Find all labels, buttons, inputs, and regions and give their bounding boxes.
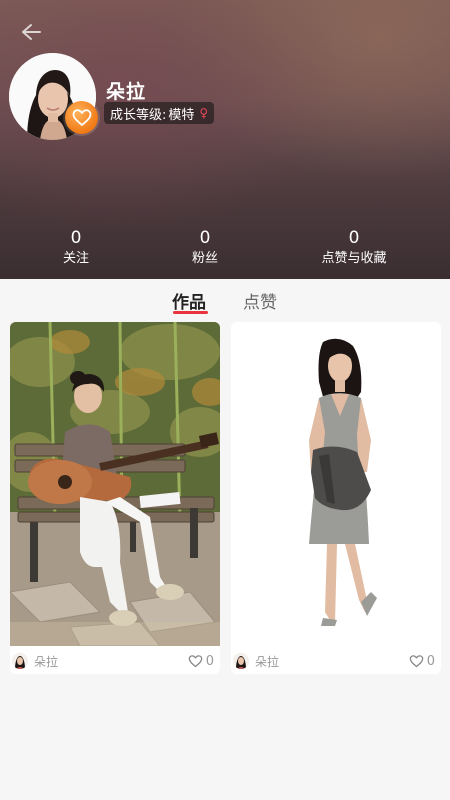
like-count: 0 (205, 653, 214, 669)
author-avatar[interactable] (12, 653, 28, 669)
followers-label: 粉丝 (191, 251, 218, 266)
like-button[interactable]: 0 (409, 654, 435, 669)
guitar-bench-photo (10, 322, 220, 646)
level-label: 成长等级: (110, 107, 167, 123)
heart-outline-icon (188, 654, 203, 667)
like-count: 0 (426, 653, 435, 669)
followers-count: 0 (199, 228, 211, 248)
tab-works[interactable]: 作品 (172, 288, 206, 313)
author-avatar[interactable] (233, 653, 249, 669)
likes-favorites-count: 0 (348, 228, 360, 248)
work-card[interactable]: 朵拉 0 (231, 322, 441, 674)
author-name[interactable]: 朵拉 (34, 653, 58, 670)
tab-liked[interactable]: 点赞 (243, 288, 277, 313)
stats-row: 0 关注 0 粉丝 0 点赞与收藏 (0, 228, 450, 272)
stat-followers[interactable]: 0 粉丝 (150, 228, 260, 268)
work-card-footer: 朵拉 0 (231, 648, 441, 674)
standing-dress-photo (231, 322, 441, 646)
arrow-left-icon (22, 24, 41, 40)
user-name: 朵拉 (106, 81, 147, 103)
stat-likes-favorites[interactable]: 0 点赞与收藏 (299, 228, 409, 268)
level-badge: 成长等级: 模特 ♀ (104, 102, 215, 124)
author-name[interactable]: 朵拉 (255, 653, 279, 670)
back-button[interactable] (16, 18, 46, 46)
likes-favorites-label: 点赞与收藏 (321, 251, 387, 266)
level-value: 模特 (168, 107, 195, 123)
work-photo[interactable] (10, 322, 220, 646)
like-button[interactable]: 0 (188, 654, 214, 669)
avatar-container[interactable] (9, 53, 98, 140)
content-tabs: 作品 点赞 (0, 279, 450, 321)
female-icon: ♀ (199, 106, 209, 120)
work-card-footer: 朵拉 0 (10, 648, 220, 674)
profile-header: 朵拉 成长等级: 模特 ♀ 0 关注 0 粉丝 0 点赞与收藏 (0, 0, 450, 279)
heart-outline-icon (409, 654, 424, 667)
work-photo[interactable] (231, 322, 441, 646)
following-label: 关注 (62, 251, 89, 266)
work-card[interactable]: 朵拉 0 (10, 322, 220, 674)
active-tab-indicator (173, 311, 208, 314)
stat-following[interactable]: 0 关注 (21, 228, 131, 268)
following-count: 0 (70, 228, 82, 248)
heart-badge-icon (65, 101, 98, 134)
